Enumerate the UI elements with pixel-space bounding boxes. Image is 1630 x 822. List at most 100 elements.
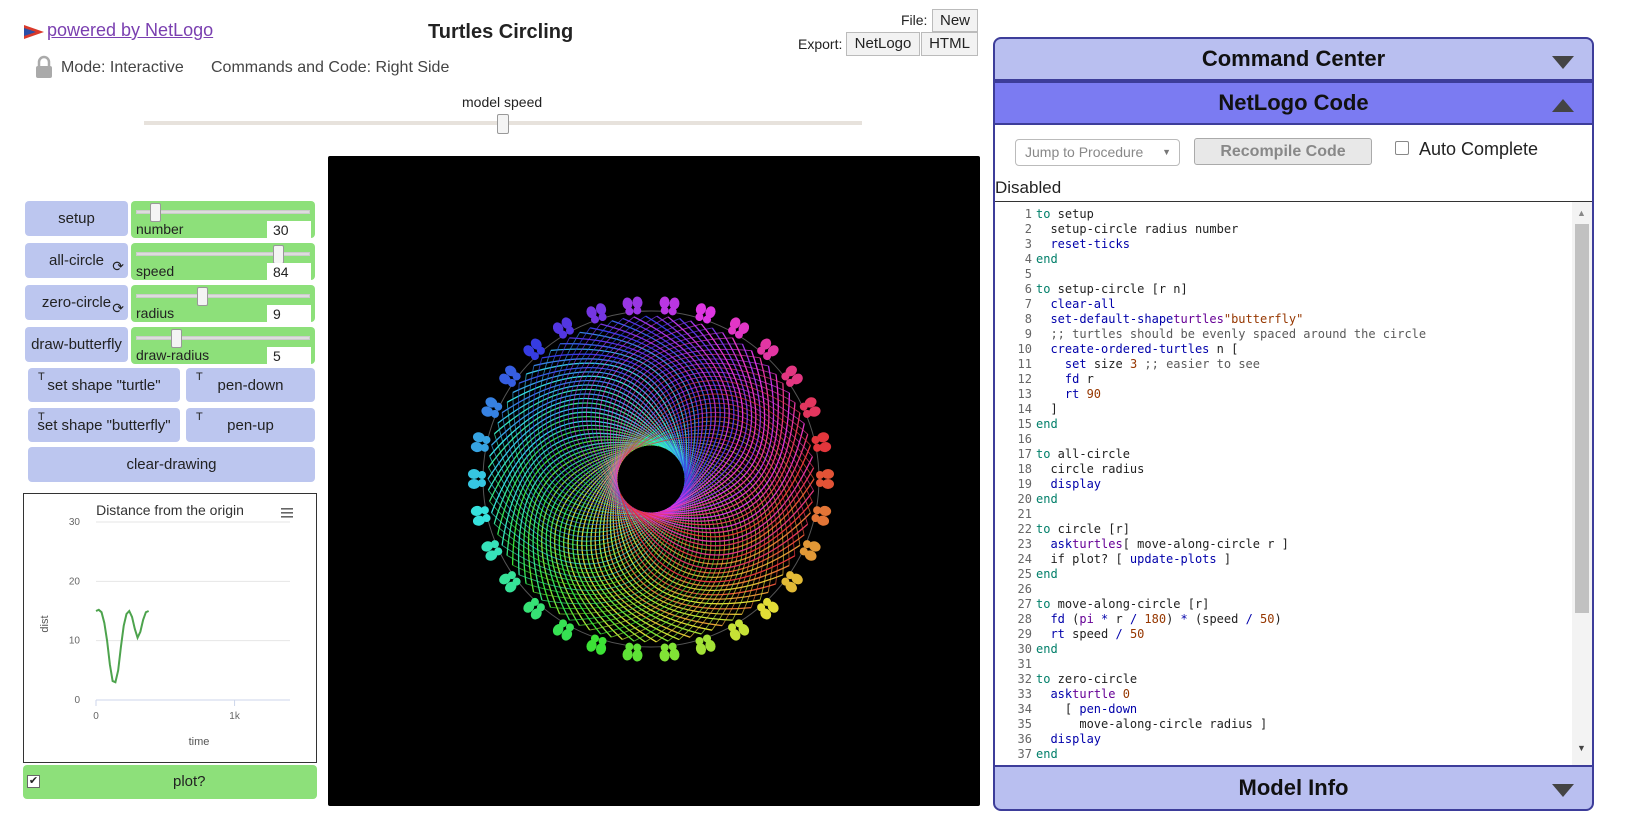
slider-label: radius: [136, 305, 175, 321]
set-shape-butterfly-button[interactable]: Tset shape "butterfly": [28, 408, 180, 442]
auto-complete-checkbox[interactable]: [1395, 141, 1409, 155]
model-info-header[interactable]: Model Info: [993, 765, 1594, 811]
set-shape-turtle-button[interactable]: Tset shape "turtle": [28, 368, 180, 402]
recompile-code-button[interactable]: Recompile Code: [1194, 138, 1372, 165]
plot-chart: Distance from the origin dist time 30 20 1…: [39, 502, 293, 748]
line-number: 15: [1017, 417, 1032, 431]
scrollbar-thumb[interactable]: [1575, 224, 1589, 613]
butterfly-turtle: [811, 505, 832, 526]
pen-trail: [644, 459, 721, 643]
code-token: end: [1036, 417, 1058, 431]
pen-down-button[interactable]: Tpen-down: [186, 368, 315, 402]
code-scrollbar[interactable]: ▲ ▼: [1572, 202, 1592, 765]
code-token: to: [1036, 447, 1051, 461]
plot-switch[interactable]: ✔ plot?: [23, 765, 317, 799]
y-axis-label: dist: [39, 615, 51, 632]
zero-circle-button[interactable]: zero-circle ⟳: [25, 285, 128, 320]
code-panel: Jump to Procedure ▼ Recompile Code Auto …: [993, 125, 1594, 765]
code-token: reset-ticks: [1050, 237, 1130, 251]
commands-position-label[interactable]: Commands and Code: Right Side: [211, 59, 449, 77]
line-number: 21: [1017, 507, 1032, 521]
chevron-down-icon: [1552, 56, 1574, 69]
code-token: zero-circle: [1050, 672, 1138, 686]
setup-button[interactable]: setup: [25, 201, 128, 236]
plot-widget: Distance from the origin dist time 30 20 1…: [23, 493, 317, 763]
line-number: 36: [1017, 732, 1032, 746]
line-number-gutter: 1 2 3 4 5 6 7 8 9 10 11 12 13 14 15 16 17 18 19 20 21 22 23 24 2…: [995, 207, 1032, 762]
slider-value[interactable]: 9: [267, 305, 311, 323]
code-token: [: [1036, 702, 1080, 716]
scroll-down-icon[interactable]: ▼: [1577, 743, 1586, 753]
netlogo-code-header[interactable]: NetLogo Code: [993, 81, 1594, 125]
butterfly-turtle: [586, 634, 607, 655]
turtle-drawing-canvas: [468, 296, 834, 662]
clear-drawing-button[interactable]: clear-drawing: [28, 447, 315, 482]
line-number: 25: [1017, 567, 1032, 581]
code-token: ask: [1050, 537, 1073, 551]
code-line: to circle [r]: [1036, 522, 1426, 537]
turtle-marker: T: [196, 371, 203, 383]
code-token: move-along-circle radius ]: [1036, 717, 1268, 731]
setup-button-label: setup: [58, 210, 95, 227]
code-token: ): [1166, 612, 1181, 626]
new-button[interactable]: New: [932, 9, 978, 32]
forever-icon: ⟳: [112, 258, 124, 274]
code-line: end: [1036, 642, 1426, 657]
line-number: 27: [1017, 597, 1032, 611]
line-number: 9: [1024, 327, 1032, 341]
code-token: end: [1036, 567, 1058, 581]
x-axis-label: time: [189, 736, 210, 748]
slider-value[interactable]: 30: [267, 221, 311, 239]
speed-slider[interactable]: speed 84: [131, 243, 315, 281]
code-token: rt: [1050, 627, 1065, 641]
code-editor[interactable]: 1 2 3 4 5 6 7 8 9 10 11 12 13 14 15 16 17 18 19 20 21 22 23 24 2…: [995, 201, 1592, 765]
hamburger-icon[interactable]: [281, 508, 293, 518]
line-number: 26: [1017, 582, 1032, 596]
export-netlogo-button[interactable]: NetLogo: [846, 32, 920, 56]
butterfly-turtle: [757, 597, 779, 620]
code-line: reset-ticks: [1036, 237, 1426, 252]
butterfly-turtle: [523, 338, 545, 361]
draw-butterfly-button[interactable]: draw-butterfly: [25, 327, 128, 362]
draw-radius-slider[interactable]: draw-radius 5: [131, 327, 315, 365]
code-lines: to setup setup-circle radius number rese…: [1036, 207, 1426, 762]
netlogo-code-title: NetLogo Code: [1218, 90, 1369, 115]
netlogo-logo-icon[interactable]: [24, 23, 44, 41]
code-token: clear-all: [1050, 297, 1116, 311]
chevron-up-icon: [1552, 99, 1574, 112]
jump-to-procedure-select[interactable]: Jump to Procedure ▼: [1015, 139, 1180, 166]
pen-up-button[interactable]: Tpen-up: [186, 408, 315, 442]
plot-series-line: [95, 608, 150, 684]
x-tick-label: 1k: [229, 711, 241, 722]
slider-thumb[interactable]: [150, 203, 162, 222]
line-number: 35: [1017, 717, 1032, 731]
slider-thumb[interactable]: [273, 245, 285, 264]
auto-complete-label: Auto Complete: [1419, 139, 1539, 159]
number-slider[interactable]: number 30: [131, 201, 315, 239]
y-tick-label: 20: [69, 576, 81, 587]
all-circle-button[interactable]: all-circle ⟳: [25, 243, 128, 278]
slider-value[interactable]: 5: [267, 347, 311, 365]
code-line: setup-circle radius number: [1036, 222, 1426, 237]
butterfly-turtle: [781, 571, 803, 593]
model-speed-label: model speed: [462, 94, 543, 110]
model-speed-thumb[interactable]: [497, 114, 509, 134]
clear-drawing-label: clear-drawing: [126, 456, 217, 473]
code-token: to: [1036, 672, 1051, 686]
line-number: 22: [1017, 522, 1032, 536]
code-token: to: [1036, 282, 1051, 296]
lock-icon[interactable]: [35, 55, 53, 79]
powered-by-link[interactable]: powered by NetLogo: [47, 20, 213, 41]
slider-value[interactable]: 84: [267, 263, 311, 281]
radius-slider[interactable]: radius 9: [131, 285, 315, 323]
code-token: ): [1274, 612, 1282, 626]
export-html-button[interactable]: HTML: [921, 32, 978, 56]
scroll-up-icon[interactable]: ▲: [1577, 208, 1586, 218]
command-center-header[interactable]: Command Center: [993, 37, 1594, 81]
slider-thumb[interactable]: [171, 329, 182, 348]
world-view[interactable]: [328, 156, 980, 806]
checkbox-icon[interactable]: ✔: [27, 775, 40, 788]
slider-thumb[interactable]: [196, 287, 208, 306]
line-number: 29: [1017, 627, 1032, 641]
